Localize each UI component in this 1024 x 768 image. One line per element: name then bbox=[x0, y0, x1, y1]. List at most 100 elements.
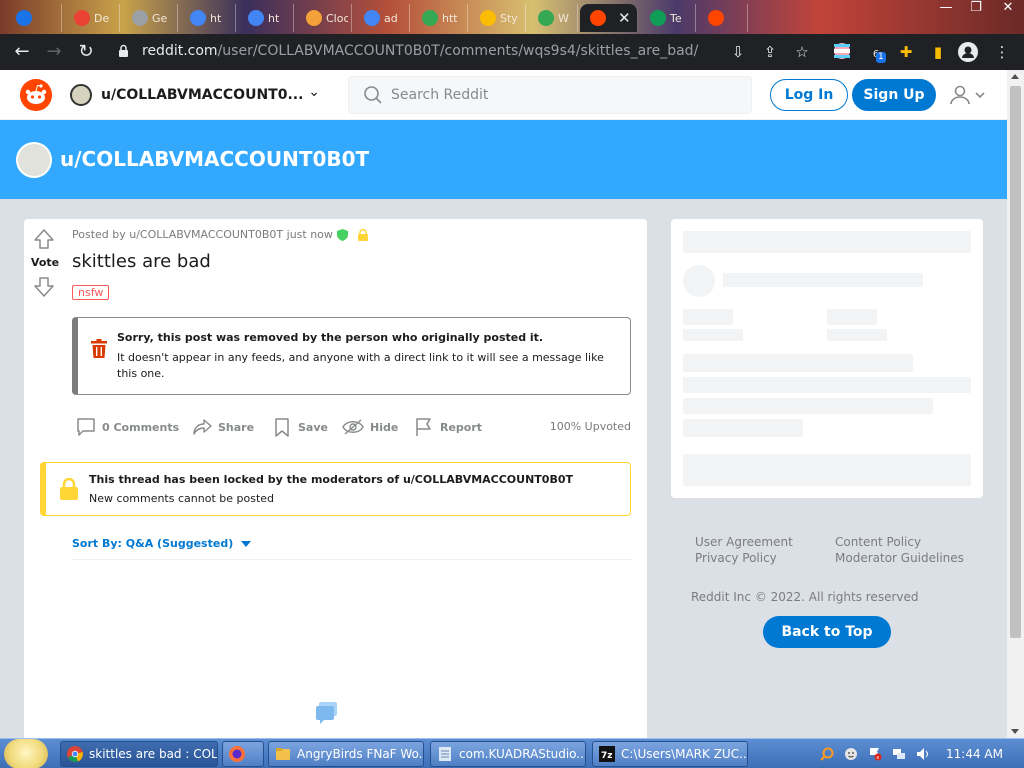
trash-icon bbox=[91, 339, 107, 358]
page-scrollbar[interactable] bbox=[1007, 70, 1024, 738]
content-policy-link[interactable]: Content Policy bbox=[835, 534, 921, 550]
scrollbar-thumb[interactable] bbox=[1010, 86, 1021, 638]
tab-favicon-icon bbox=[422, 10, 438, 26]
svg-text:x: x bbox=[876, 755, 879, 761]
forward-arrow-icon[interactable]: → bbox=[42, 41, 66, 65]
svg-text:7z: 7z bbox=[601, 751, 613, 761]
browser-tab[interactable]: Te bbox=[640, 4, 696, 32]
tab-favicon-icon bbox=[132, 10, 148, 26]
taskbar-item-folder[interactable]: AngryBirds FNaF Wo... bbox=[268, 741, 424, 767]
address-bar[interactable]: reddit.com/user/COLLABVMACCOUNT0B0T/comm… bbox=[106, 38, 828, 66]
skeleton-bar bbox=[683, 419, 803, 437]
taskbar-clock[interactable]: 11:44 AM bbox=[946, 747, 1003, 761]
moderator-guidelines-link[interactable]: Moderator Guidelines bbox=[835, 550, 964, 566]
skeleton-bar bbox=[683, 454, 971, 486]
vote-count: Vote bbox=[30, 256, 60, 269]
caret-down-icon bbox=[241, 540, 252, 547]
share-page-icon[interactable]: ⇪ bbox=[760, 42, 780, 62]
upvote-arrow-icon[interactable] bbox=[32, 227, 56, 251]
search-input[interactable] bbox=[391, 85, 731, 105]
save-label: Save bbox=[298, 420, 328, 434]
profile-banner: u/COLLABVMACCOUNT0B0T bbox=[0, 120, 1007, 199]
tab-favicon-icon bbox=[650, 10, 666, 26]
profile-flag-icon[interactable] bbox=[832, 42, 852, 62]
tab-title: W bbox=[558, 11, 569, 25]
browser-menu-icon[interactable]: ⋮ bbox=[992, 42, 1012, 62]
post-title: skittles are bad bbox=[72, 251, 211, 272]
minimize-window-button[interactable]: — bbox=[932, 0, 960, 18]
profile-avatar bbox=[16, 142, 52, 178]
tab-title: ht bbox=[210, 11, 222, 25]
share-button[interactable]: Share bbox=[192, 413, 254, 441]
close-tab-icon[interactable]: ✕ bbox=[618, 9, 631, 27]
start-button[interactable] bbox=[4, 739, 48, 768]
signup-button[interactable]: Sign Up bbox=[852, 79, 936, 111]
user-dropdown[interactable]: u/COLLABVMACCOUNT0... ⌄ bbox=[70, 78, 330, 112]
browser-tab-active[interactable]: ✕ bbox=[580, 4, 638, 32]
magnifier-tray-icon[interactable] bbox=[820, 747, 834, 761]
report-button[interactable]: Report bbox=[414, 413, 482, 441]
network-tray-icon[interactable] bbox=[892, 747, 906, 761]
chevron-down-icon: ⌄ bbox=[308, 84, 320, 100]
windows-taskbar: skittles are bad : COL... AngryBirds FNa… bbox=[0, 738, 1024, 768]
browser-toolbar: ← → ↻ reddit.com/user/COLLABVMACCOUNT0B0… bbox=[0, 34, 1024, 70]
browser-tab[interactable]: Sty bbox=[470, 4, 526, 32]
browser-tab[interactable]: htt bbox=[412, 4, 468, 32]
install-app-icon[interactable]: ⇩ bbox=[728, 42, 748, 62]
browser-tab[interactable]: ht bbox=[180, 4, 236, 32]
clock-favicon-icon bbox=[306, 10, 322, 26]
skeleton-bar bbox=[683, 354, 913, 372]
locked-body: New comments cannot be posted bbox=[89, 492, 275, 505]
taskbar-item-label: com.KUADRAStudio... bbox=[459, 747, 586, 761]
browser-tab[interactable]: W bbox=[528, 4, 578, 32]
search-bar[interactable] bbox=[348, 76, 752, 114]
back-arrow-icon[interactable]: ← bbox=[10, 41, 34, 65]
privacy-policy-link[interactable]: Privacy Policy bbox=[695, 550, 777, 566]
profile-avatar-icon[interactable] bbox=[958, 42, 978, 62]
tab-favicon-icon bbox=[480, 10, 496, 26]
reddit-favicon-icon bbox=[708, 10, 724, 26]
lock-icon[interactable] bbox=[118, 44, 129, 58]
tab-title: De bbox=[94, 11, 110, 25]
user-menu-icon[interactable] bbox=[948, 83, 988, 107]
skeleton-bar bbox=[683, 398, 933, 414]
volume-tray-icon[interactable] bbox=[916, 747, 930, 761]
bookmark-star-icon[interactable]: ☆ bbox=[792, 42, 812, 62]
reddit-header: u/COLLABVMACCOUNT0... ⌄ Log In Sign Up bbox=[0, 70, 1007, 120]
save-button[interactable]: Save bbox=[272, 413, 328, 441]
google-favicon-icon bbox=[248, 10, 264, 26]
back-to-top-button[interactable]: Back to Top bbox=[763, 616, 891, 648]
extension-badge-icon[interactable]: 61 bbox=[866, 42, 886, 63]
hide-button[interactable]: Hide bbox=[342, 413, 398, 441]
user-agreement-link[interactable]: User Agreement bbox=[695, 534, 793, 550]
browser-tab[interactable]: De bbox=[64, 4, 120, 32]
tab-title: htt bbox=[442, 11, 458, 25]
taskbar-item-firefox[interactable] bbox=[222, 741, 264, 767]
browser-tab[interactable]: Clock bbox=[296, 4, 352, 32]
tab-title: Ge bbox=[152, 11, 168, 25]
extensions-puzzle-icon[interactable]: ✚ bbox=[896, 42, 916, 62]
tab-favicon-icon bbox=[74, 10, 90, 26]
scroll-down-arrow-icon[interactable] bbox=[1011, 729, 1019, 734]
scroll-up-arrow-icon[interactable] bbox=[1011, 74, 1019, 79]
folder-icon bbox=[276, 748, 290, 760]
emoji-tray-icon[interactable] bbox=[844, 747, 858, 761]
taskbar-item-notepad[interactable]: com.KUADRAStudio... bbox=[430, 741, 586, 767]
reload-icon[interactable]: ↻ bbox=[74, 41, 98, 65]
maximize-window-button[interactable]: ❐ bbox=[962, 0, 990, 18]
taskbar-item-chrome[interactable]: skittles are bad : COL... bbox=[60, 741, 218, 767]
browser-tab[interactable] bbox=[6, 4, 62, 32]
downvote-arrow-icon[interactable] bbox=[32, 275, 56, 299]
browser-tab[interactable] bbox=[698, 4, 748, 32]
side-panel-icon[interactable]: ▮ bbox=[928, 42, 948, 62]
taskbar-item-7zip[interactable]: 7z C:\Users\MARK ZUC... bbox=[592, 741, 748, 767]
reddit-logo-icon[interactable] bbox=[20, 79, 52, 111]
browser-tab[interactable]: ad bbox=[354, 4, 410, 32]
login-button[interactable]: Log In bbox=[770, 79, 848, 111]
close-window-button[interactable]: ✕ bbox=[994, 0, 1022, 18]
browser-tab[interactable]: ht bbox=[238, 4, 294, 32]
sort-dropdown[interactable]: Sort By: Q&A (Suggested) bbox=[72, 537, 252, 550]
action-center-flag-icon[interactable]: x bbox=[868, 747, 882, 761]
browser-tab[interactable]: Ge bbox=[122, 4, 178, 32]
comments-button[interactable]: 0 Comments bbox=[76, 413, 179, 441]
